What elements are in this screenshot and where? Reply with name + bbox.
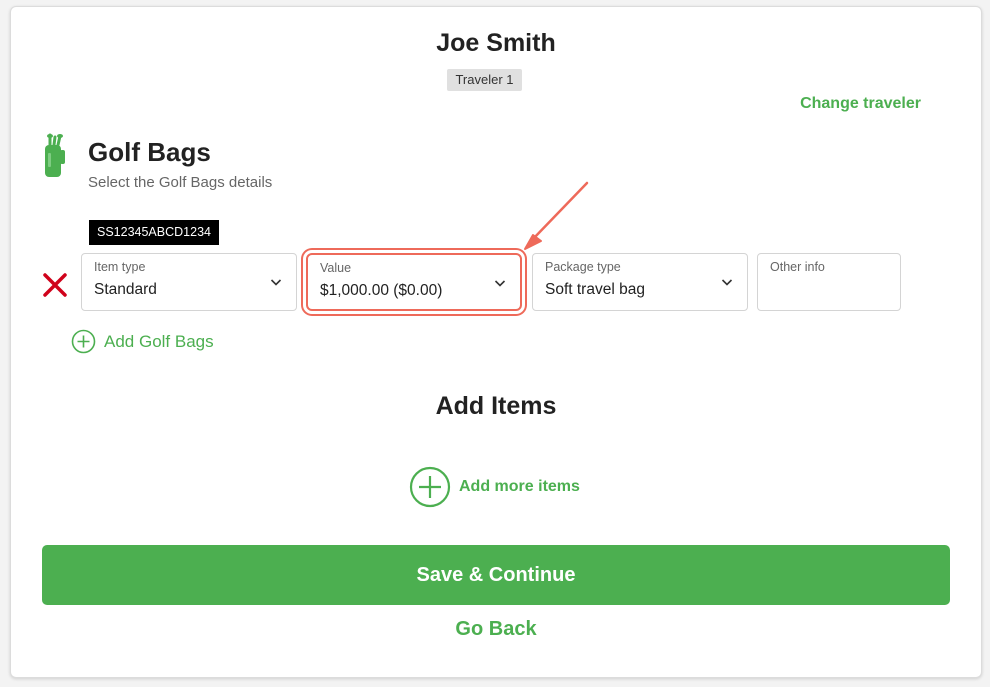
chevron-down-icon	[270, 279, 282, 286]
remove-item-icon[interactable]	[41, 271, 69, 299]
value-select[interactable]: Value $1,000.00 ($0.00)	[306, 253, 522, 311]
add-more-items-button[interactable]: Add more items	[409, 466, 580, 508]
annotation-arrow-icon	[524, 181, 589, 250]
item-type-value: Standard	[94, 281, 157, 298]
package-type-label: Package type	[545, 260, 621, 274]
section-subtitle: Select the Golf Bags details	[88, 174, 273, 191]
value-label: Value	[320, 261, 352, 275]
other-info-label: Other info	[770, 260, 825, 274]
go-back-link[interactable]: Go Back	[11, 618, 981, 641]
traveler-name: Joe Smith	[436, 29, 556, 57]
add-golf-bags-label: Add Golf Bags	[104, 331, 214, 351]
add-items-title: Add Items	[435, 392, 557, 420]
add-circle-icon	[409, 466, 451, 508]
traveler-card: Joe Smith Traveler 1 Change traveler Gol…	[10, 6, 982, 678]
item-type-label: Item type	[94, 260, 146, 274]
chevron-down-icon	[721, 279, 733, 286]
save-continue-button[interactable]: Save & Continue	[42, 545, 950, 605]
add-golf-bags-button[interactable]: Add Golf Bags	[71, 329, 214, 354]
add-circle-icon	[71, 329, 96, 354]
package-type-value: Soft travel bag	[545, 281, 645, 298]
value-value: $1,000.00 ($0.00)	[320, 282, 443, 299]
item-type-select[interactable]: Item type Standard	[81, 253, 297, 311]
golf-bag-icon	[45, 133, 65, 177]
change-traveler-link[interactable]: Change traveler	[800, 95, 921, 113]
section-title: Golf Bags	[88, 137, 211, 167]
other-info-field[interactable]: Other info	[757, 253, 901, 311]
item-code-tag: SS12345ABCD1234	[89, 220, 219, 245]
chevron-down-icon	[494, 280, 506, 287]
add-more-items-label: Add more items	[459, 478, 580, 495]
package-type-select[interactable]: Package type Soft travel bag	[532, 253, 748, 311]
traveler-badge: Traveler 1	[447, 69, 522, 91]
